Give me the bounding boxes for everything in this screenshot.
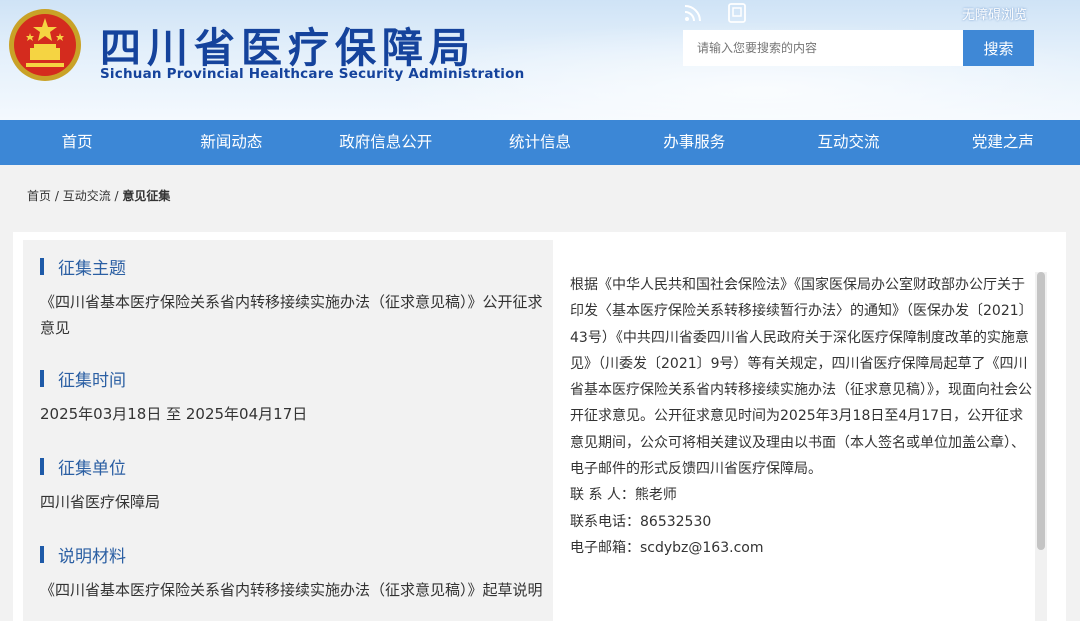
search-button[interactable]: 搜索 <box>963 30 1034 66</box>
breadcrumb-current: 意见征集 <box>122 189 171 203</box>
rss-icon[interactable] <box>682 2 704 24</box>
description-body: 根据《中华人民共和国社会保险法》《国家医保局办公室财政部办公厅关于印发〈基本医疗… <box>570 277 1033 478</box>
main-nav: 首页 新闻动态 政府信息公开 统计信息 办事服务 互动交流 党建之声 <box>0 120 1080 165</box>
header-tools <box>682 2 748 24</box>
description-scrollbar[interactable] <box>1035 272 1047 621</box>
section-title: 征集主题 <box>58 259 126 279</box>
site-title: 四川省医疗保障局 <box>100 24 476 72</box>
national-emblem-icon <box>9 9 81 81</box>
nav-item-services[interactable]: 办事服务 <box>617 120 771 165</box>
nav-item-interaction[interactable]: 互动交流 <box>771 120 925 165</box>
section-bar <box>40 546 44 563</box>
section-time: 征集时间 2025年03月18日 至 2025年04月17日 <box>40 366 545 427</box>
search-input[interactable] <box>683 30 963 66</box>
nav-item-party[interactable]: 党建之声 <box>926 120 1080 165</box>
accessibility-link[interactable]: 无障碍浏览 <box>962 4 1027 23</box>
section-topic: 征集主题 《四川省基本医疗保险关系省内转移接续实施办法（征求意见稿）》公开征求意… <box>40 254 545 341</box>
nav-item-gov-info[interactable]: 政府信息公开 <box>309 120 463 165</box>
site-header: 四川省医疗保障局 Sichuan Provincial Healthcare S… <box>0 0 1080 120</box>
scrollbar-thumb[interactable] <box>1037 272 1045 550</box>
nav-item-news[interactable]: 新闻动态 <box>154 120 308 165</box>
site-subtitle: Sichuan Provincial Healthcare Security A… <box>100 66 525 82</box>
section-bar <box>40 458 44 475</box>
nav-item-home[interactable]: 首页 <box>0 120 154 165</box>
breadcrumb-home[interactable]: 首页 <box>27 189 51 203</box>
breadcrumb-separator: / <box>54 189 63 203</box>
contact-person: 联 系 人：熊老师 <box>570 487 677 504</box>
content-card: 征集主题 《四川省基本医疗保险关系省内转移接续实施办法（征求意见稿）》公开征求意… <box>13 232 1066 621</box>
section-unit: 征集单位 四川省医疗保障局 <box>40 454 545 515</box>
description-panel: 根据《中华人民共和国社会保险法》《国家医保局办公室财政部办公厅关于印发〈基本医疗… <box>570 272 1034 561</box>
breadcrumb-interaction[interactable]: 互动交流 <box>63 189 111 203</box>
section-content: 四川省医疗保障局 <box>40 493 161 511</box>
breadcrumb: 首页 / 互动交流 / 意见征集 <box>27 187 170 204</box>
section-title: 说明材料 <box>58 547 126 567</box>
section-materials: 说明材料 《四川省基本医疗保险关系省内转移接续实施办法（征求意见稿）》起草说明 <box>40 542 545 603</box>
info-panel: 征集主题 《四川省基本医疗保险关系省内转移接续实施办法（征求意见稿）》公开征求意… <box>23 240 553 621</box>
contact-phone: 联系电话：86532530 <box>570 513 712 530</box>
section-content: 2025年03月18日 至 2025年04月17日 <box>40 405 308 423</box>
section-bar <box>40 370 44 387</box>
nav-item-statistics[interactable]: 统计信息 <box>463 120 617 165</box>
contact-email: 电子邮箱：scdybz@163.com <box>570 539 764 556</box>
mobile-icon[interactable] <box>726 2 748 24</box>
section-content: 《四川省基本医疗保险关系省内转移接续实施办法（征求意见稿）》公开征求意见 <box>40 293 543 337</box>
section-title: 征集单位 <box>58 459 126 479</box>
materials-link[interactable]: 《四川省基本医疗保险关系省内转移接续实施办法（征求意见稿）》起草说明 <box>40 577 545 603</box>
section-bar <box>40 258 44 275</box>
section-title: 征集时间 <box>58 371 126 391</box>
